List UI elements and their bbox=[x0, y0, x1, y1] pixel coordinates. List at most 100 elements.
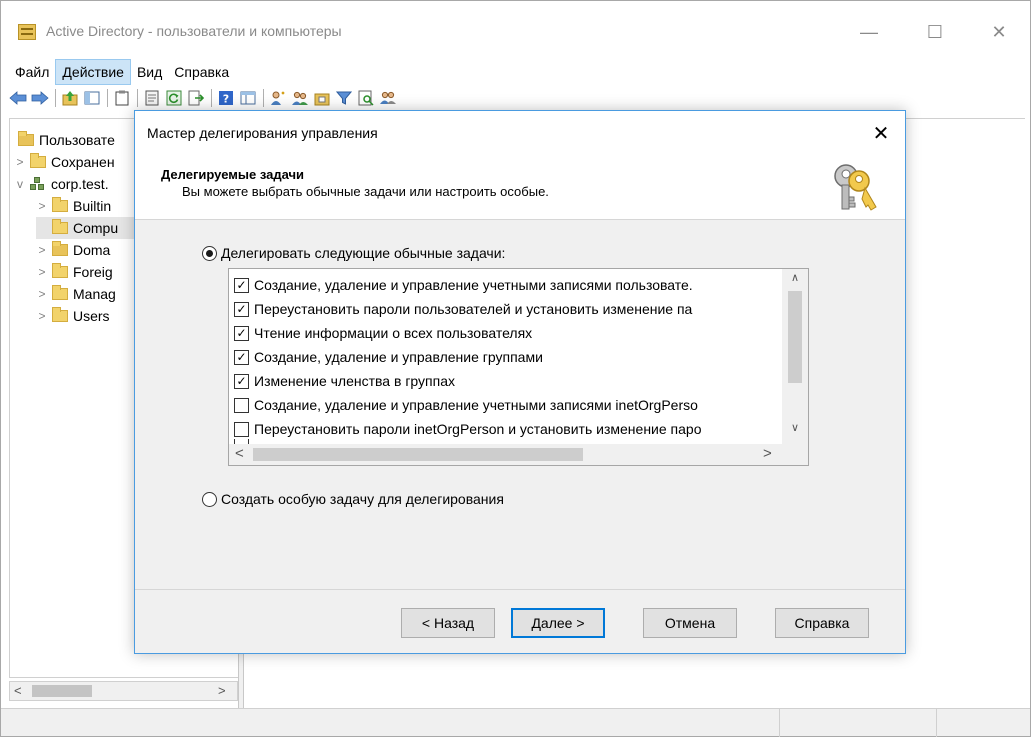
cancel-button[interactable]: Отмена bbox=[643, 608, 737, 638]
next-button[interactable]: Далее > bbox=[511, 608, 605, 638]
scroll-right-arrow[interactable]: > bbox=[763, 445, 772, 462]
task-item[interactable]: Создание, удаление и управление учетными… bbox=[234, 393, 782, 417]
wizard-subheading: Вы можете выбрать обычные задачи или нас… bbox=[182, 184, 549, 199]
task-item[interactable]: ✓ Чтение информации о всех пользователях bbox=[234, 321, 782, 345]
tasks-vertical-scrollbar[interactable]: ∧ ∨ bbox=[782, 269, 808, 444]
task-label: Переустановить пароли inetOrgPerson и ус… bbox=[254, 421, 702, 437]
export-list-icon[interactable] bbox=[187, 89, 205, 107]
chevron-right-icon[interactable]: > bbox=[36, 243, 48, 257]
tree-item-builtin[interactable]: > Builtin bbox=[36, 195, 111, 217]
toolbar-separator bbox=[137, 89, 138, 107]
folder-icon bbox=[52, 197, 68, 212]
common-tasks-list[interactable]: ✓ Создание, удаление и управление учетны… bbox=[228, 268, 809, 466]
menu-action[interactable]: Действие bbox=[55, 59, 131, 85]
checkbox[interactable]: ✓ bbox=[234, 277, 249, 293]
keys-icon bbox=[834, 164, 877, 211]
find-icon[interactable] bbox=[357, 89, 375, 107]
scroll-down-arrow[interactable]: ∨ bbox=[782, 421, 808, 439]
chevron-right-icon[interactable]: > bbox=[14, 155, 26, 169]
chevron-right-icon[interactable]: > bbox=[36, 287, 48, 301]
chevron-right-icon[interactable]: > bbox=[36, 309, 48, 323]
task-label: Создание, удаление и управление учетными… bbox=[254, 397, 698, 413]
toolbar: ? bbox=[9, 86, 401, 110]
scroll-corner bbox=[782, 444, 808, 465]
menu-view[interactable]: Вид bbox=[131, 59, 168, 85]
scroll-thumb[interactable] bbox=[253, 448, 583, 461]
toolbar-separator bbox=[55, 89, 56, 107]
back-arrow-icon[interactable] bbox=[9, 89, 27, 107]
create-group-icon[interactable] bbox=[291, 89, 309, 107]
tree-item-managed-service[interactable]: > Manag bbox=[36, 283, 116, 305]
tree-item-label: Compu bbox=[73, 220, 119, 236]
tree-item-foreign-security[interactable]: > Foreig bbox=[36, 261, 113, 283]
add-to-group-icon[interactable] bbox=[379, 89, 397, 107]
scroll-thumb[interactable] bbox=[788, 291, 802, 383]
maximize-button[interactable]: ☐ bbox=[912, 15, 958, 49]
dialog-title: Мастер делегирования управления bbox=[147, 125, 378, 141]
checkbox[interactable]: ✓ bbox=[234, 373, 249, 389]
scroll-right-arrow[interactable]: > bbox=[218, 683, 226, 698]
minimize-button[interactable]: — bbox=[846, 15, 892, 49]
menu-file[interactable]: Файл bbox=[9, 59, 55, 85]
task-item[interactable]: ✓ Переустановить пароли пользователей и … bbox=[234, 297, 782, 321]
checkbox[interactable] bbox=[234, 397, 249, 413]
task-item[interactable]: Переустановить пароли inetOrgPerson и ус… bbox=[234, 417, 782, 441]
tasks-horizontal-scrollbar[interactable]: < > bbox=[229, 444, 808, 465]
help-button[interactable]: Справка bbox=[775, 608, 869, 638]
task-label: Создание, удаление и управление учетными… bbox=[254, 277, 693, 293]
tree-horizontal-scrollbar[interactable]: < > bbox=[9, 681, 238, 701]
clipboard-icon[interactable] bbox=[113, 89, 131, 107]
scroll-left-arrow[interactable]: < bbox=[235, 445, 244, 462]
close-button[interactable]: ✕ bbox=[976, 15, 1022, 49]
folder-icon bbox=[52, 285, 68, 300]
chevron-right-icon[interactable]: > bbox=[36, 199, 48, 213]
tree-item-label: corp.test. bbox=[51, 176, 109, 192]
tree-item-label: Пользовате bbox=[39, 132, 115, 148]
radio-button[interactable] bbox=[202, 245, 217, 261]
tree-item-domain[interactable]: v corp.test. bbox=[14, 173, 109, 195]
tree-item-domain-controllers[interactable]: > Doma bbox=[36, 239, 110, 261]
tree-item-users[interactable]: > Users bbox=[36, 305, 110, 327]
checkbox[interactable]: ✓ bbox=[234, 301, 249, 317]
dialog-separator bbox=[135, 589, 905, 590]
task-item[interactable]: ✓ Создание, удаление и управление группа… bbox=[234, 345, 782, 369]
scroll-left-arrow[interactable]: < bbox=[14, 683, 22, 698]
task-label: Создание, удаление и управление группами bbox=[254, 349, 543, 365]
checkbox[interactable]: ✓ bbox=[234, 325, 249, 341]
checkbox[interactable] bbox=[234, 421, 249, 437]
back-button[interactable]: < Назад bbox=[401, 608, 495, 638]
wizard-header: Делегируемые задачи Вы можете выбрать об… bbox=[135, 153, 905, 220]
dialog-title-bar[interactable]: Мастер делегирования управления ✕ bbox=[135, 111, 905, 153]
properties-icon[interactable] bbox=[143, 89, 161, 107]
checkbox[interactable]: ✓ bbox=[234, 349, 249, 365]
radio-label: Делегировать следующие обычные задачи: bbox=[221, 245, 506, 261]
toolbar-separator bbox=[211, 89, 212, 107]
dialog-close-button[interactable]: ✕ bbox=[865, 119, 897, 147]
tree-item-saved-queries[interactable]: > Сохранен bbox=[14, 151, 115, 173]
forward-arrow-icon[interactable] bbox=[31, 89, 49, 107]
chevron-down-icon[interactable]: v bbox=[14, 177, 26, 191]
tree-item-label: Users bbox=[73, 308, 110, 324]
filter-icon[interactable] bbox=[335, 89, 353, 107]
domain-icon bbox=[30, 177, 46, 191]
scroll-up-arrow[interactable]: ∧ bbox=[782, 271, 808, 289]
help-icon[interactable]: ? bbox=[217, 89, 235, 107]
menu-help[interactable]: Справка bbox=[168, 59, 235, 85]
up-folder-icon[interactable] bbox=[61, 89, 79, 107]
details-icon[interactable] bbox=[239, 89, 257, 107]
tree-item-root[interactable]: Пользовате bbox=[14, 129, 115, 151]
create-user-icon[interactable] bbox=[269, 89, 287, 107]
refresh-icon[interactable] bbox=[165, 89, 183, 107]
radio-button[interactable] bbox=[202, 491, 217, 507]
task-item[interactable]: ✓ Создание, удаление и управление учетны… bbox=[234, 273, 782, 297]
radio-custom-task[interactable]: Создать особую задачу для делегирования bbox=[202, 491, 504, 507]
create-ou-icon[interactable] bbox=[313, 89, 331, 107]
scroll-thumb[interactable] bbox=[32, 685, 92, 697]
status-cell bbox=[936, 709, 937, 737]
window-title: Active Directory - пользователи и компью… bbox=[46, 23, 342, 39]
chevron-right-icon[interactable]: > bbox=[36, 265, 48, 279]
show-hide-tree-icon[interactable] bbox=[83, 89, 101, 107]
title-bar[interactable]: Active Directory - пользователи и компью… bbox=[1, 1, 1030, 55]
radio-delegate-common-tasks[interactable]: Делегировать следующие обычные задачи: bbox=[202, 245, 505, 261]
task-item[interactable]: ✓ Изменение членства в группах bbox=[234, 369, 782, 393]
